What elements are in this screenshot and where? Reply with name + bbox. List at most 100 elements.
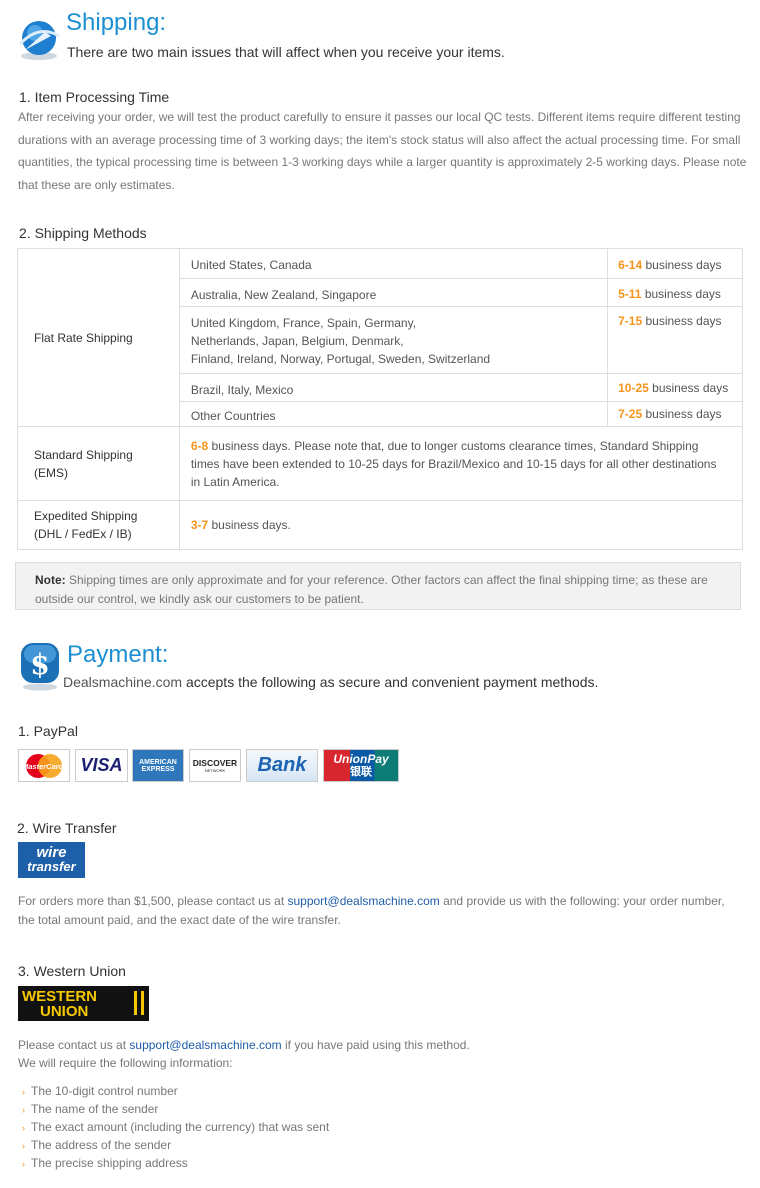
wire-logo-text: wire — [36, 844, 67, 861]
days-cell: 10-25 business days — [607, 373, 743, 402]
detail-text: times have been extended to 10-25 days f… — [190, 457, 717, 471]
amex-text: EXPRESS — [141, 765, 175, 773]
support-email-link[interactable]: support@dealsmachine.com — [287, 894, 439, 908]
wire-transfer-logo: wire transfer — [18, 842, 85, 878]
expedited-shipping-label: Expedited Shipping (DHL / FedEx / IB) — [17, 500, 180, 550]
days-value: 6-8 — [190, 439, 209, 453]
destination-cell: Brazil, Italy, Mexico — [178, 373, 609, 402]
wu-text: We will require the following informatio… — [18, 1056, 233, 1070]
list-item: › The address of the sender — [22, 1138, 171, 1152]
table-row: Expedited Shipping (DHL / FedEx / IB) 3-… — [17, 500, 744, 550]
method-sub: (EMS) — [34, 465, 68, 480]
visa-logo: VISA — [75, 749, 128, 782]
method-name: Expedited Shipping — [34, 509, 138, 523]
list-item-text: The address of the sender — [31, 1138, 172, 1152]
amex-logo: AMERICAN EXPRESS — [132, 749, 184, 782]
wire-paragraph: For orders more than $1,500, please cont… — [18, 892, 725, 929]
destination-line: United Kingdom, France, Spain, Germany, — [190, 316, 417, 330]
method-name: Standard Shipping — [34, 447, 133, 462]
svg-text:$: $ — [30, 648, 49, 681]
days-cell: 7-25 business days — [607, 401, 743, 427]
shipping-globe-icon — [15, 14, 63, 62]
days-value: 6-14 — [618, 258, 643, 272]
days-value: 10-25 — [618, 381, 649, 395]
note-text: outside our control, we kindly ask our c… — [35, 591, 364, 606]
days-unit: business days — [642, 258, 722, 272]
processing-paragraph: After receiving your order, we will test… — [18, 106, 746, 196]
table-row: Standard Shipping (EMS) 6-8 business day… — [17, 426, 744, 501]
standard-shipping-label: Standard Shipping (EMS) — [17, 426, 180, 501]
dollar-icon: $ — [18, 641, 62, 691]
days-value: 5-11 — [618, 287, 642, 301]
support-email-link[interactable]: support@dealsmachine.com — [129, 1038, 281, 1052]
detail-text: in Latin America. — [190, 475, 280, 489]
wire-heading: 2. Wire Transfer — [17, 820, 117, 836]
methods-heading: 2. Shipping Methods — [19, 225, 147, 241]
table-row: Flat Rate Shipping United States, Canada… — [17, 248, 743, 427]
days-cell: 6-14 business days — [607, 248, 743, 279]
destination-cell: Other Countries — [178, 401, 609, 427]
payment-title: Payment: — [67, 641, 169, 668]
flat-rate-label: Flat Rate Shipping — [17, 248, 180, 427]
method-sub: (DHL / FedEx / IB) — [34, 527, 132, 541]
expedited-shipping-details: 3-7 business days. — [178, 500, 744, 550]
western-union-heading: 3. Western Union — [18, 963, 126, 979]
unionpay-cn-text: 银联 — [350, 765, 372, 778]
discover-logo: DISCOVER NETWORK — [189, 749, 241, 782]
days-value: 7-15 — [618, 314, 643, 328]
list-item-text: The name of the sender — [31, 1102, 159, 1116]
processing-line: that these are only estimates. — [18, 177, 175, 192]
wire-text: the total amount paid, and the exact dat… — [18, 912, 341, 927]
list-item-text: The exact amount (including the currency… — [31, 1120, 330, 1134]
note-label: Note: — [35, 573, 66, 587]
unionpay-logo: UnionPay 银联 — [323, 749, 399, 782]
destination-cell: Australia, New Zealand, Singapore — [178, 278, 609, 307]
shipping-title: Shipping: — [66, 9, 167, 36]
note-text: Shipping times are only approximate and … — [65, 573, 708, 587]
brand-name: Dealsmachine.com — [63, 674, 183, 690]
wu-bars-icon — [134, 991, 144, 1015]
wire-text: For orders more than $1,500, please cont… — [18, 894, 288, 908]
list-item: › The exact amount (including the currenc… — [22, 1120, 329, 1134]
bullet-arrow-icon: › — [22, 1159, 25, 1169]
wire-text: and provide us with the following: your … — [439, 894, 725, 908]
destination-cell: United States, Canada — [178, 248, 609, 279]
western-union-logo: WESTERN UNION — [18, 986, 149, 1021]
processing-line: durations with an average processing tim… — [18, 132, 741, 147]
payment-intro-text: accepts the following as secure and conv… — [182, 674, 599, 690]
destination-cell: United Kingdom, France, Spain, Germany, … — [178, 306, 609, 374]
detail-text: business days. — [208, 518, 291, 532]
list-item-text: The precise shipping address — [31, 1156, 188, 1170]
days-value: 7-25 — [618, 407, 643, 421]
days-cell: 7-15 business days — [607, 306, 743, 374]
days-unit: business days — [641, 287, 721, 301]
list-item: › The precise shipping address — [22, 1156, 188, 1170]
shipping-note: Note: Shipping times are only approximat… — [15, 562, 741, 610]
mastercard-text: MasterCard — [22, 762, 64, 771]
days-cell: 5-11 business days — [607, 278, 743, 307]
unionpay-text: UnionPay — [333, 751, 389, 766]
amex-text: AMERICAN — [139, 758, 177, 766]
bullet-arrow-icon: › — [22, 1087, 25, 1097]
discover-sub: NETWORK — [204, 768, 226, 773]
processing-line: quantities, the typical processing time … — [18, 155, 747, 169]
days-unit: business days — [642, 314, 722, 328]
wu-text: Please contact us at — [18, 1038, 130, 1052]
paypal-heading: 1. PayPal — [18, 723, 78, 739]
list-item-text: The 10-digit control number — [31, 1084, 178, 1098]
wu-text: if you have paid using this method. — [281, 1038, 470, 1052]
wire-logo-text: transfer — [27, 859, 76, 874]
processing-line: After receiving your order, we will test… — [18, 110, 741, 124]
bullet-arrow-icon: › — [22, 1105, 25, 1115]
wu-logo-text: UNION — [40, 1002, 89, 1020]
mastercard-logo: MasterCard — [18, 749, 70, 782]
wu-logo-text: WESTERN — [22, 987, 97, 1005]
list-item: › The name of the sender — [22, 1102, 158, 1116]
detail-text: business days. Please note that, due to … — [208, 439, 699, 453]
destination-line: Finland, Ireland, Norway, Portugal, Swed… — [190, 352, 491, 366]
discover-text: DISCOVER — [192, 758, 238, 768]
destination-line: Netherlands, Japan, Belgium, Denmark, — [190, 334, 404, 348]
shipping-methods-table: Flat Rate Shipping United States, Canada… — [17, 248, 744, 550]
bank-logo: Bank — [246, 749, 318, 782]
standard-shipping-details: 6-8 business days. Please note that, due… — [178, 426, 744, 501]
